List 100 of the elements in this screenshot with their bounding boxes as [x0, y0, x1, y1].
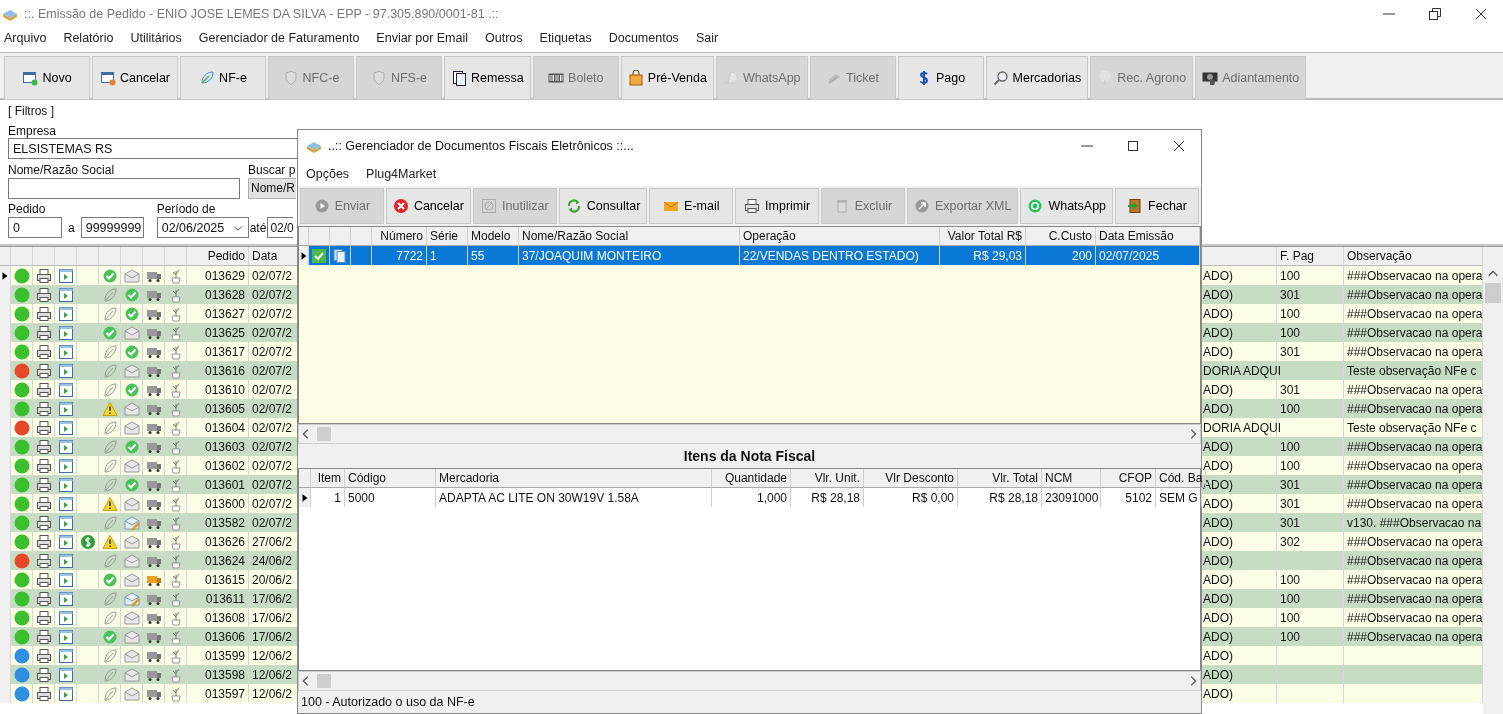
leaf-icon[interactable]	[101, 457, 118, 474]
warning-icon[interactable]	[101, 495, 118, 512]
menu-item[interactable]: Relatório	[63, 31, 114, 45]
envelope-icon[interactable]	[123, 324, 140, 341]
check-circle-icon[interactable]	[123, 305, 140, 322]
row-header[interactable]	[0, 266, 11, 285]
envelope-icon[interactable]	[123, 533, 140, 550]
menu-item[interactable]: Plug4Market	[366, 167, 437, 181]
envelope-pencil-icon[interactable]	[123, 590, 140, 607]
leaf-icon[interactable]	[101, 647, 118, 664]
column-header[interactable]: Código	[345, 469, 436, 488]
printer-icon[interactable]	[35, 438, 52, 455]
menu-item[interactable]: Enviar por Email	[376, 31, 469, 45]
menu-item[interactable]: Documentos	[608, 31, 679, 45]
maximize-icon[interactable]	[1125, 138, 1141, 154]
column-header[interactable]: Vlr. Total	[958, 469, 1042, 488]
envelope-icon[interactable]	[123, 666, 140, 683]
documents-icon[interactable]	[332, 247, 348, 264]
menu-item[interactable]: Arquivo	[4, 31, 47, 45]
check-circle-icon[interactable]	[123, 381, 140, 398]
leaf-icon[interactable]	[101, 305, 118, 322]
name-field[interactable]	[8, 178, 240, 199]
toolbar-button[interactable]: Fechar	[1115, 188, 1199, 224]
check-circle-icon[interactable]	[123, 476, 140, 493]
printer-icon[interactable]	[35, 666, 52, 683]
printer-icon[interactable]	[35, 286, 52, 303]
leaf-icon[interactable]	[101, 343, 118, 360]
toolbar-button[interactable]: NF-e	[180, 56, 266, 100]
envelope-icon[interactable]	[123, 571, 140, 588]
envelope-icon[interactable]	[123, 628, 140, 645]
warning-icon[interactable]	[101, 400, 118, 417]
column-header[interactable]: Vlr Desconto	[864, 469, 958, 488]
printer-icon[interactable]	[35, 419, 52, 436]
leaf-icon[interactable]	[101, 381, 118, 398]
leaf-icon[interactable]	[101, 419, 118, 436]
scroll-thumb[interactable]	[317, 674, 331, 688]
toolbar-button[interactable]: Pago	[897, 56, 984, 100]
printer-icon[interactable]	[35, 343, 52, 360]
printer-icon[interactable]	[35, 647, 52, 664]
column-header[interactable]: NCM	[1042, 469, 1101, 488]
leaf-icon[interactable]	[101, 685, 118, 702]
row-header[interactable]	[299, 488, 311, 507]
restore-icon[interactable]	[1427, 6, 1443, 22]
menu-item[interactable]: Utilitários	[130, 31, 182, 45]
printer-icon[interactable]	[35, 305, 52, 322]
column-header[interactable]: Vlr. Unit.	[791, 469, 864, 488]
printer-icon[interactable]	[35, 628, 52, 645]
printer-icon[interactable]	[35, 400, 52, 417]
printer-icon[interactable]	[35, 571, 52, 588]
menu-item[interactable]: Sair	[695, 31, 719, 45]
check-circle-icon[interactable]	[101, 571, 118, 588]
envelope-icon[interactable]	[123, 362, 140, 379]
check-circle-icon[interactable]	[123, 438, 140, 455]
printer-icon[interactable]	[35, 609, 52, 626]
column-header[interactable]: Mercadoria	[436, 469, 712, 488]
envelope-icon[interactable]	[123, 267, 140, 284]
envelope-icon[interactable]	[123, 495, 140, 512]
envelope-icon[interactable]	[123, 552, 140, 569]
toolbar-button[interactable]: Cancelar	[92, 56, 178, 100]
order-from-field[interactable]: 0	[8, 217, 62, 238]
leaf-icon[interactable]	[101, 438, 118, 455]
horizontal-scrollbar[interactable]	[298, 424, 1201, 444]
printer-icon[interactable]	[35, 533, 52, 550]
toolbar-button[interactable]: Consultar	[558, 188, 648, 224]
menu-item[interactable]: Opções	[306, 167, 350, 181]
printer-icon[interactable]	[35, 495, 52, 512]
envelope-icon[interactable]	[123, 419, 140, 436]
printer-icon[interactable]	[35, 381, 52, 398]
envelope-pencil-icon[interactable]	[123, 514, 140, 531]
dollar-coin-icon[interactable]	[79, 533, 96, 550]
leaf-icon[interactable]	[101, 666, 118, 683]
printer-icon[interactable]	[35, 476, 52, 493]
printer-icon[interactable]	[35, 552, 52, 569]
menu-item[interactable]: Outros	[485, 31, 523, 45]
order-to-field[interactable]: 99999999	[80, 217, 144, 238]
envelope-icon[interactable]	[123, 609, 140, 626]
horizontal-scrollbar[interactable]	[298, 671, 1201, 691]
scroll-thumb[interactable]	[1485, 283, 1501, 303]
scroll-thumb[interactable]	[317, 427, 331, 441]
vertical-scrollbar[interactable]	[1483, 247, 1503, 714]
toolbar-button[interactable]: Cancelar	[385, 188, 471, 224]
envelope-icon[interactable]	[123, 457, 140, 474]
printer-icon[interactable]	[35, 590, 52, 607]
search-by-dropdown[interactable]: Nome/R	[248, 178, 296, 199]
check-circle-icon[interactable]	[101, 267, 118, 284]
printer-icon[interactable]	[35, 457, 52, 474]
printer-icon[interactable]	[35, 324, 52, 341]
printer-icon[interactable]	[35, 685, 52, 702]
close-icon[interactable]	[1473, 6, 1489, 22]
envelope-icon[interactable]	[123, 400, 140, 417]
toolbar-button[interactable]: E-mail	[649, 188, 734, 224]
envelope-icon[interactable]	[123, 647, 140, 664]
warning-icon[interactable]	[101, 533, 118, 550]
date-picker[interactable]: 02/06/2025	[156, 217, 249, 238]
date-picker[interactable]: 02/0	[267, 217, 294, 238]
table-row[interactable]: 7722 1 55 37/JOAQUIM MONTEIRO 22/VENDAS DENTRO ESTADO) R$ 29,03 200 02/07/2025	[299, 246, 1200, 265]
envelope-icon[interactable]	[123, 685, 140, 702]
check-circle-icon[interactable]	[123, 286, 140, 303]
current-row-icon[interactable]	[0, 270, 10, 281]
check-icon[interactable]	[311, 247, 327, 264]
